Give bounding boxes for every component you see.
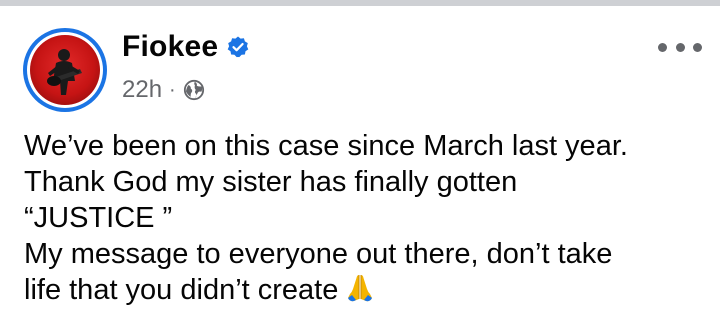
post-text-line: Thank God my sister has finally gotten [24, 166, 518, 198]
more-options-icon-dot [675, 42, 685, 52]
more-options-icon-dot [693, 42, 702, 52]
post-text-line: We’ve been on this case since March last… [24, 130, 628, 162]
folded-hands-emoji-icon [348, 275, 373, 302]
more-options-button[interactable] [658, 32, 702, 62]
globe-icon[interactable] [183, 79, 205, 101]
post-text-last-line: life that you didn’t create [24, 272, 714, 308]
post-text-line: My message to everyone out there, don’t … [24, 238, 613, 270]
post-card: Fiokee 22h · We’ve been on this case sin… [0, 6, 720, 334]
author-name[interactable]: Fiokee [122, 30, 218, 64]
more-options-icon-dot [658, 42, 667, 52]
avatar-image [30, 35, 100, 105]
author-avatar[interactable] [23, 28, 107, 112]
post-text-line: life that you didn’t create [24, 274, 339, 306]
author-row: Fiokee [122, 30, 250, 64]
post-text: We’ve been on this case since March last… [24, 128, 714, 308]
post-meta: 22h · [122, 76, 205, 104]
post-timestamp[interactable]: 22h [122, 76, 162, 104]
meta-separator: · [169, 78, 176, 101]
post-text-line: “JUSTICE ” [24, 202, 173, 234]
verified-badge-icon [227, 36, 249, 58]
